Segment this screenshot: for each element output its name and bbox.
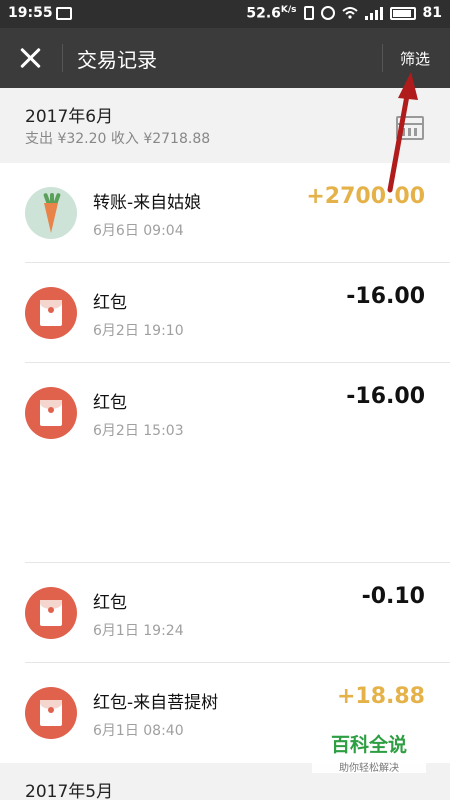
month-label: 2017年5月 xyxy=(25,782,114,802)
month-summary: 支出 ¥32.20 收入 ¥2718.88 xyxy=(25,131,211,147)
carrot-avatar xyxy=(25,187,77,239)
network-speed: 52.6K/s xyxy=(246,5,297,22)
battery-level: 81 xyxy=(422,5,442,22)
alarm-icon xyxy=(320,6,335,21)
transaction-amount: -16.00 xyxy=(346,384,425,409)
status-bar: 19:55 52.6K/s 81 xyxy=(0,0,450,28)
image-notification-icon xyxy=(56,7,72,20)
filter-button[interactable]: 筛选 xyxy=(400,48,430,69)
red-packet-icon xyxy=(25,587,77,639)
red-packet-icon xyxy=(25,387,77,439)
transaction-name: 红包-来自菩提树 xyxy=(93,693,219,713)
transaction-date: 6月1日 19:24 xyxy=(93,623,184,639)
battery-icon xyxy=(389,6,416,20)
title-bar: 交易记录 筛选 xyxy=(0,28,450,88)
transaction-row[interactable]: 红包 6月2日 15:03 -16.00 xyxy=(0,363,450,463)
transaction-date: 6月1日 08:40 xyxy=(93,723,184,739)
transaction-amount: -16.00 xyxy=(346,284,425,309)
red-packet-icon xyxy=(25,287,77,339)
red-packet-icon xyxy=(25,687,77,739)
transaction-date: 6月2日 15:03 xyxy=(93,423,184,439)
transaction-amount: +2700.00 xyxy=(306,184,425,209)
empty-row xyxy=(0,463,450,563)
transaction-amount: -0.10 xyxy=(361,584,425,609)
transaction-row[interactable]: 红包 6月1日 19:24 -0.10 xyxy=(0,563,450,663)
divider xyxy=(62,44,63,72)
wifi-icon xyxy=(341,7,358,19)
transaction-row[interactable]: 转账-来自姑娘 6月6日 09:04 +2700.00 xyxy=(0,163,450,263)
signal-icon xyxy=(364,6,383,21)
vibrate-icon xyxy=(303,6,314,21)
transaction-name: 红包 xyxy=(93,393,127,413)
transaction-row[interactable]: 红包 6月2日 19:10 -16.00 xyxy=(0,263,450,363)
transaction-name: 转账-来自姑娘 xyxy=(93,193,202,213)
transaction-name: 红包 xyxy=(93,593,127,613)
watermark-logo: 百科全说 助你轻松解决 xyxy=(312,725,426,774)
month-header: 2017年6月 支出 ¥32.20 收入 ¥2718.88 xyxy=(0,88,450,163)
watermark-brand: 百科全说 xyxy=(330,734,407,756)
transaction-amount: +18.88 xyxy=(336,684,425,709)
page-title: 交易记录 xyxy=(77,48,157,72)
transaction-name: 红包 xyxy=(93,293,127,313)
month-label: 2017年6月 xyxy=(25,107,114,127)
calendar-icon[interactable] xyxy=(396,116,424,140)
watermark-tagline: 助你轻松解决 xyxy=(339,763,399,774)
transaction-date: 6月6日 09:04 xyxy=(93,223,184,239)
status-time: 19:55 xyxy=(8,5,53,21)
divider xyxy=(382,44,383,72)
transaction-date: 6月2日 19:10 xyxy=(93,323,184,339)
close-icon[interactable] xyxy=(14,42,46,74)
